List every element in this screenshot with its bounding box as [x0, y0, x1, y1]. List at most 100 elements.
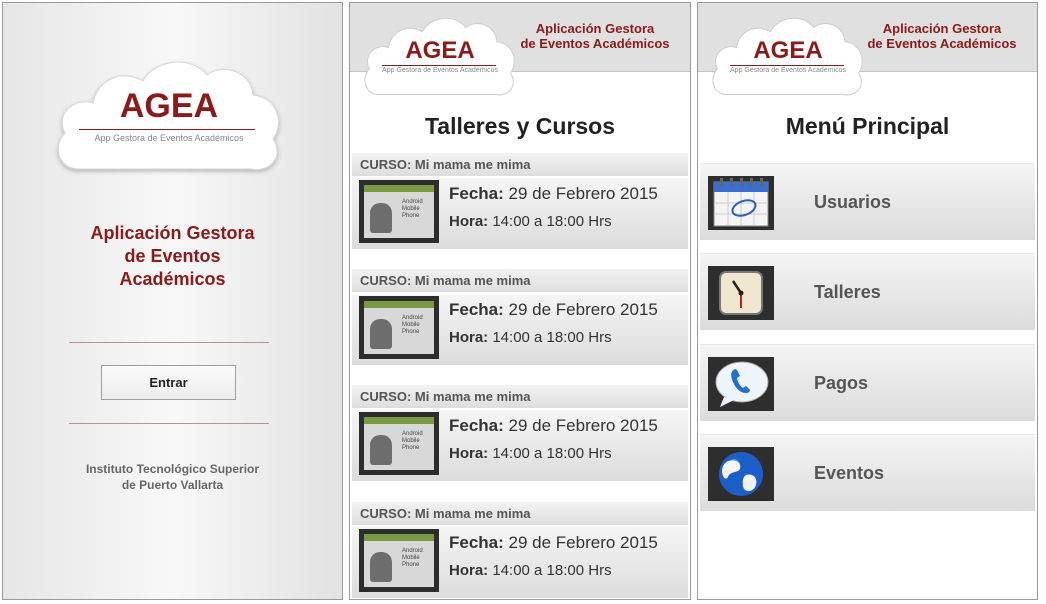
thumbnail-text-line: Mobile	[402, 555, 420, 561]
course-header: CURSO: Mi mama me mima	[352, 269, 688, 292]
header-title: Aplicación Gestora de Eventos Académicos	[520, 21, 670, 51]
logo-title: AGEA	[119, 87, 219, 125]
app-name-line: Aplicación Gestora	[90, 223, 255, 243]
thumbnail-text-line: Phone	[402, 329, 420, 335]
logo-underline	[730, 65, 844, 66]
course-card[interactable]: CURSO: Mi mama me mima Android Mobile Ph…	[352, 385, 688, 481]
thumbnail-bar	[364, 185, 434, 192]
menu-item-label: Eventos	[814, 463, 885, 483]
page-title: Menú Principal	[785, 113, 950, 139]
course-header: CURSO: Mi mama me mima	[352, 385, 688, 408]
android-phone-thumbnail: Android Mobile Phone	[359, 529, 439, 592]
course-card[interactable]: CURSO: Mi mama me mima Android Mobile Ph…	[352, 153, 688, 249]
thumbnail-text-line: Android	[402, 315, 423, 321]
thumbnail-text-line: Phone	[402, 562, 420, 568]
course-date: Fecha: 29 de Febrero 2015	[449, 416, 658, 436]
header-title: Aplicación Gestora de Eventos Académicos	[867, 21, 1017, 51]
thumbnail-text-line: Android	[402, 199, 423, 205]
thumbnail-text: Android Mobile Phone	[402, 199, 423, 220]
android-icon	[370, 319, 392, 349]
thumbnail-screen: Android Mobile Phone	[364, 185, 434, 238]
course-card[interactable]: CURSO: Mi mama me mima Android Mobile Ph…	[352, 269, 688, 365]
thumbnail-text-line: Android	[402, 431, 423, 437]
android-icon	[370, 435, 392, 465]
thumbnail-text: Android Mobile Phone	[402, 431, 423, 452]
course-time: Hora: 14:00 a 18:00 Hrs	[449, 445, 612, 462]
thumbnail-text-line: Phone	[402, 213, 420, 219]
thumbnail-text: Android Mobile Phone	[402, 315, 423, 336]
thumbnail-screen: Android Mobile Phone	[364, 417, 434, 470]
agea-logo: AGEA App Gestora de Eventos Académicos	[708, 9, 868, 103]
institute-line: de Puerto Vallarta	[121, 478, 224, 492]
institute-name: Instituto Tecnológico Superior de Puerto…	[43, 461, 302, 493]
time-value: 14:00 a 18:00 Hrs	[492, 329, 612, 346]
date-label: Fecha:	[449, 300, 504, 319]
app-name: Aplicación Gestora de Eventos Académicos	[43, 222, 302, 291]
android-icon	[370, 203, 392, 233]
logo-subtitle: App Gestora de Eventos Académicos	[730, 67, 846, 74]
logo-title: AGEA	[753, 37, 823, 64]
time-value: 14:00 a 18:00 Hrs	[492, 445, 612, 462]
app-header: AGEA App Gestora de Eventos Académicos A…	[698, 3, 1037, 96]
time-value: 14:00 a 18:00 Hrs	[492, 213, 612, 230]
logo-title: AGEA	[405, 37, 475, 64]
thumbnail-text-line: Mobile	[402, 206, 420, 212]
app-name-line: Académicos	[119, 269, 226, 289]
thumbnail-bar	[364, 301, 434, 308]
app-header: AGEA App Gestora de Eventos Académicos A…	[350, 3, 690, 96]
main-menu-screen: AGEA App Gestora de Eventos Académicos A…	[697, 2, 1038, 600]
menu-item-label: Talleres	[814, 282, 881, 302]
course-body: Android Mobile Phone Fecha: 29 de Febrer…	[352, 527, 688, 598]
menu-item-label: Usuarios	[814, 192, 892, 212]
date-value: 29 de Febrero 2015	[508, 416, 658, 435]
menu-item-talleres[interactable]: Talleres	[700, 253, 1035, 330]
course-body: Android Mobile Phone Fecha: 29 de Febrer…	[352, 410, 688, 481]
thumbnail-screen: Android Mobile Phone	[364, 301, 434, 354]
thumbnail-bar	[364, 417, 434, 424]
header-title-line: Aplicación Gestora	[535, 21, 655, 36]
course-time: Hora: 14:00 a 18:00 Hrs	[449, 213, 612, 230]
header-title-line: de Eventos Académicos	[520, 36, 670, 51]
thumbnail-text-line: Android	[402, 548, 423, 554]
divider-top	[69, 342, 269, 343]
thumbnail-text-line: Mobile	[402, 322, 420, 328]
page-title: Talleres y Cursos	[424, 113, 616, 139]
logo-subtitle: App Gestora de Eventos Académicos	[94, 133, 244, 143]
time-value: 14:00 a 18:00 Hrs	[492, 562, 612, 579]
globe-icon	[708, 447, 774, 501]
courses-screen: AGEA App Gestora de Eventos Académicos A…	[349, 2, 691, 600]
thumbnail-bar	[364, 534, 434, 541]
course-header: CURSO: Mi mama me mima	[352, 153, 688, 176]
time-label: Hora:	[449, 562, 489, 579]
app-name-line: de Eventos	[124, 246, 221, 266]
thumbnail-text: Android Mobile Phone	[402, 548, 423, 569]
menu-item-label: Pagos	[814, 373, 869, 393]
date-value: 29 de Febrero 2015	[508, 300, 658, 319]
course-date: Fecha: 29 de Febrero 2015	[449, 533, 658, 553]
course-card[interactable]: CURSO: Mi mama me mima Android Mobile Ph…	[352, 502, 688, 598]
course-time: Hora: 14:00 a 18:00 Hrs	[449, 329, 612, 346]
time-label: Hora:	[449, 445, 489, 462]
android-phone-thumbnail: Android Mobile Phone	[359, 296, 439, 359]
thumbnail-text-line: Mobile	[402, 438, 420, 444]
thumbnail-screen: Android Mobile Phone	[364, 534, 434, 587]
phone-icon	[708, 357, 774, 411]
date-value: 29 de Febrero 2015	[508, 184, 658, 203]
date-label: Fecha:	[449, 416, 504, 435]
institute-line: Instituto Tecnológico Superior	[85, 462, 260, 476]
menu-item-pagos[interactable]: Pagos	[700, 344, 1035, 421]
divider-bottom	[69, 423, 269, 424]
login-screen: AGEA App Gestora de Eventos Académicos A…	[2, 2, 343, 600]
android-icon	[370, 552, 392, 582]
thumbnail-text-line: Phone	[402, 445, 420, 451]
logo-subtitle: App Gestora de Eventos Académicos	[382, 67, 498, 74]
header-title-line: de Eventos Académicos	[867, 36, 1017, 51]
course-time: Hora: 14:00 a 18:00 Hrs	[449, 562, 612, 579]
enter-button[interactable]: Entrar	[101, 365, 236, 400]
android-phone-thumbnail: Android Mobile Phone	[359, 412, 439, 475]
menu-item-usuarios[interactable]: Usuarios	[700, 163, 1035, 240]
android-phone-thumbnail: Android Mobile Phone	[359, 180, 439, 243]
agea-logo: AGEA App Gestora de Eventos Académicos	[360, 9, 520, 103]
menu-item-eventos[interactable]: Eventos	[700, 434, 1035, 511]
date-label: Fecha:	[449, 184, 504, 203]
